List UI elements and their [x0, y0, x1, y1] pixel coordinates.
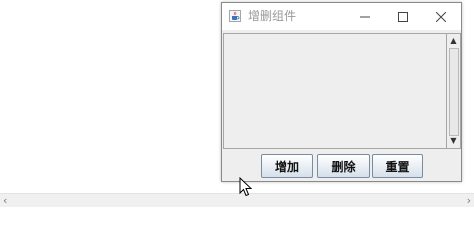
- minimize-button[interactable]: [346, 3, 384, 30]
- scroll-up-arrow-icon[interactable]: ▲: [447, 35, 460, 47]
- minimize-icon: [360, 16, 370, 17]
- component-list[interactable]: [223, 33, 447, 149]
- add-button[interactable]: 增加: [261, 154, 313, 178]
- background-horizontal-scrollbar[interactable]: ‹ ›: [0, 193, 474, 207]
- close-button[interactable]: [422, 3, 460, 30]
- title-bar[interactable]: 增删组件: [222, 3, 461, 30]
- reset-button[interactable]: 重置: [372, 154, 423, 178]
- java-cup-icon: [229, 10, 241, 22]
- app-window: 增删组件 ▲ ▼ 增加 删除 重置: [221, 2, 462, 182]
- scroll-left-arrow-icon[interactable]: ‹: [3, 194, 7, 207]
- scroll-right-arrow-icon[interactable]: ›: [467, 194, 471, 207]
- window-title: 增删组件: [248, 9, 297, 23]
- delete-button[interactable]: 删除: [317, 154, 370, 178]
- maximize-icon: [398, 11, 408, 22]
- scroll-track[interactable]: [449, 48, 459, 136]
- maximize-button[interactable]: [384, 3, 422, 30]
- close-icon: [436, 11, 446, 22]
- scroll-down-arrow-icon[interactable]: ▼: [447, 135, 460, 147]
- mouse-cursor-icon: [239, 177, 253, 197]
- vertical-scrollbar[interactable]: ▲ ▼: [447, 33, 461, 149]
